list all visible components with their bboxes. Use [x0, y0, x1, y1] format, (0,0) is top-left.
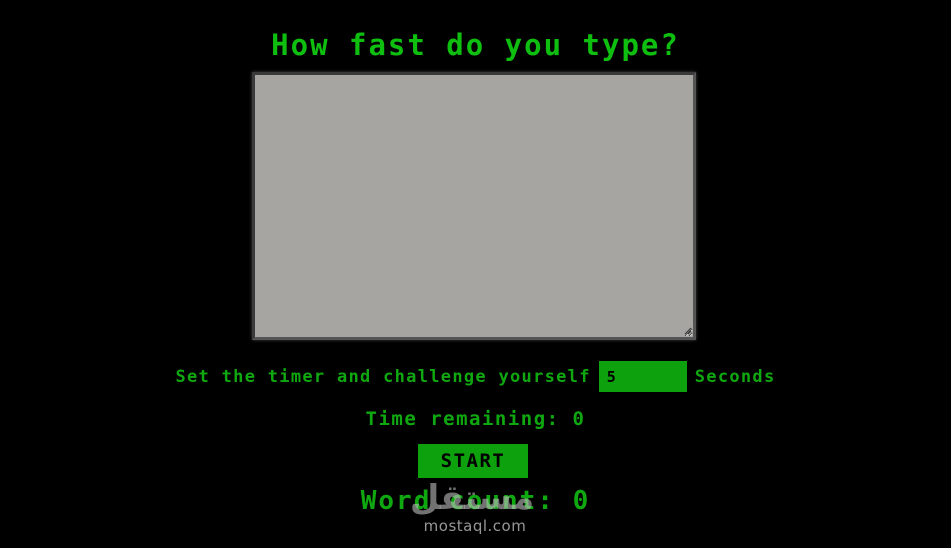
time-remaining: Time remaining: 0 [365, 408, 586, 430]
timer-row: Set the timer and challenge yourself Sec… [0, 361, 951, 392]
start-button[interactable]: START [418, 444, 528, 478]
word-count: Word count: 0 [360, 486, 591, 516]
timer-seconds-input[interactable] [598, 361, 687, 392]
typing-textarea[interactable] [252, 72, 696, 340]
timer-suffix-label: Seconds [694, 366, 776, 387]
timer-prefix-label: Set the timer and challenge yourself [175, 366, 591, 387]
page-title: How fast do you type? [271, 28, 680, 62]
watermark-site-text: mostaql.com [423, 517, 527, 535]
